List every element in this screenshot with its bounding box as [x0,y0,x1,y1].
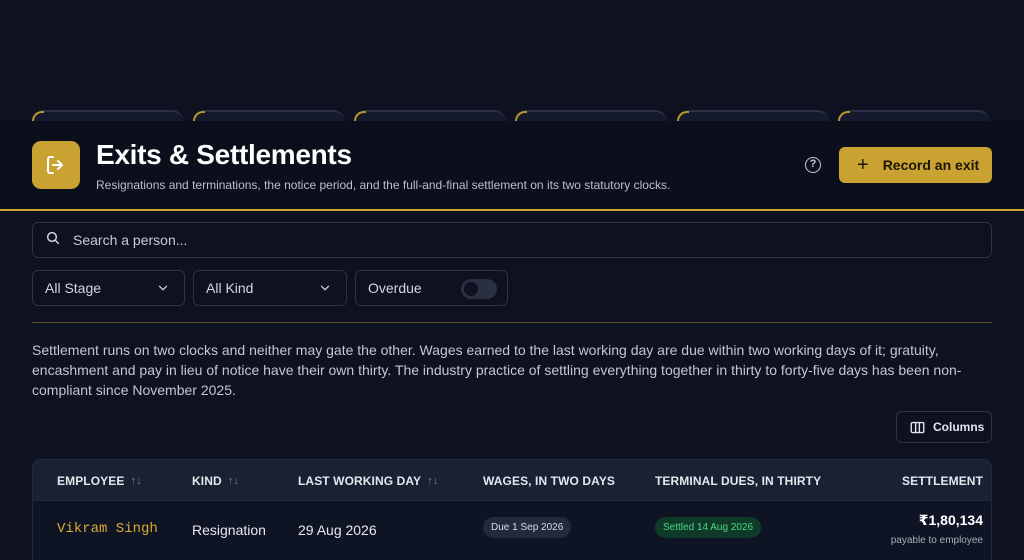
col-terminal-dues: TERMINAL DUES, IN THIRTY [655,474,821,488]
wages-status-badge: Due 1 Sep 2026 [483,517,572,538]
stage-filter-label: All Stage [45,280,102,296]
col-settlement-label: SETTLEMENT [902,474,983,488]
search-icon [45,230,61,251]
overdue-toggle[interactable] [461,279,497,299]
divider [32,322,992,323]
settlement-note: payable to employee [890,535,983,546]
settlement-amount: ₹1,80,134 [918,512,983,528]
sort-icon: ↑↓ [130,475,142,487]
col-wages-label: WAGES, IN TWO DAYS [483,474,616,488]
page-title: Exits & Settlements [96,139,352,170]
toggle-knob [464,282,478,296]
kind-filter-label: All Kind [206,280,254,296]
kind-filter[interactable]: All Kind [193,270,347,306]
sort-icon: ↑↓ [227,475,239,487]
col-terminal-label: TERMINAL DUES, IN THIRTY [655,474,822,488]
search-bar [32,222,992,258]
last-working-day: 29 Aug 2026 [298,522,377,538]
table-header: EMPLOYEE ↑↓ KIND ↑↓ LAST WORKING DAY ↑↓ WAG… [33,460,991,500]
record-exit-label: Record an exit [882,157,980,173]
col-employee-label: EMPLOYEE [57,474,125,488]
stage-filter[interactable]: All Stage [32,270,185,306]
overdue-filter: Overdue [355,270,508,306]
col-last-working-day[interactable]: LAST WORKING DAY ↑↓ [298,474,438,488]
overdue-label: Overdue [368,280,422,296]
columns-icon [910,421,925,433]
col-settlement: SETTLEMENT [902,474,983,488]
col-kind-label: KIND [192,474,222,488]
col-lwd-label: LAST WORKING DAY [298,474,422,488]
chevron-down-icon [158,285,168,291]
columns-button[interactable]: Columns [896,411,992,443]
settlement-note: Settlement runs on two clocks and neithe… [32,342,962,398]
page-header: Exits & Settlements Resignations and ter… [0,121,1024,211]
col-wages: WAGES, IN TWO DAYS [483,474,615,488]
record-exit-button[interactable]: + Record an exit [839,147,992,183]
exit-kind: Resignation [192,522,266,538]
columns-label: Columns [933,420,985,434]
sort-icon: ↑↓ [427,475,439,487]
plus-icon: + [857,154,869,176]
exits-table: EMPLOYEE ↑↓ KIND ↑↓ LAST WORKING DAY ↑↓ WAG… [32,459,992,560]
help-circle-icon[interactable]: ? [805,157,821,173]
col-employee[interactable]: EMPLOYEE ↑↓ [57,474,142,488]
table-row[interactable]: Vikram Singh Resignation 29 Aug 2026 Due… [33,500,991,558]
col-kind[interactable]: KIND ↑↓ [192,474,239,488]
exit-door-icon [32,141,80,189]
chevron-down-icon [320,285,330,291]
employee-name[interactable]: Vikram Singh [57,521,158,537]
search-input[interactable] [73,232,953,248]
page-subtitle: Resignations and terminations, the notic… [96,178,671,192]
terminal-dues-status-badge: Settled 14 Aug 2026 [655,517,762,538]
